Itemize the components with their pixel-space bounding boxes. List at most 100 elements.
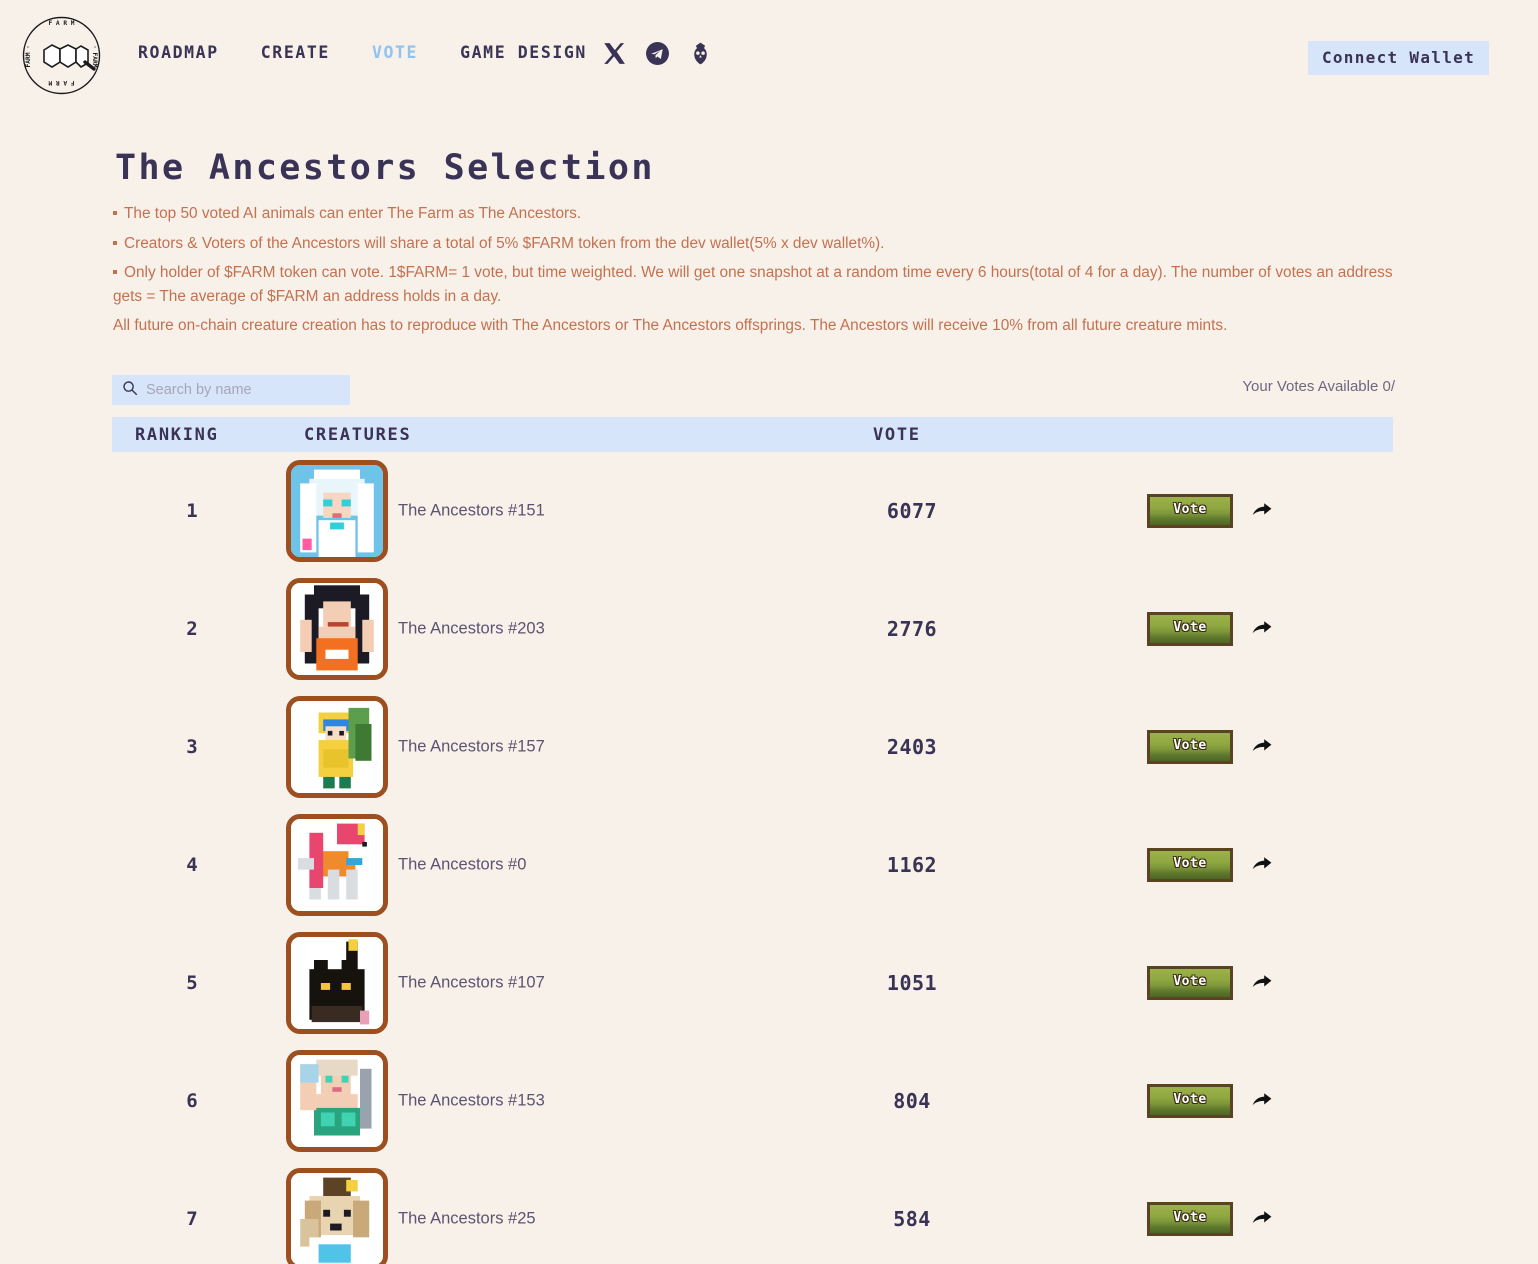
- table-row-4[interactable]: 4 The Ancestors #0 1162 Vote: [112, 806, 1393, 924]
- nav-link-vote[interactable]: VOTE: [372, 43, 418, 62]
- row-actions: Vote: [1147, 966, 1275, 1000]
- creature-name: The Ancestors #151: [398, 501, 545, 520]
- pink-mane-unicorn-dog: [291, 819, 383, 911]
- connect-wallet-button[interactable]: Connect Wallet: [1307, 41, 1489, 75]
- farm-roller-logo[interactable]: F A R M F A R M · FARM · · FARM ·: [19, 13, 104, 98]
- search-input[interactable]: [146, 382, 336, 398]
- nav-link-create[interactable]: CREATE: [261, 43, 330, 62]
- social-links: [602, 41, 713, 66]
- creature-thumbnail-7[interactable]: [286, 1168, 388, 1264]
- share-icon[interactable]: [1249, 852, 1275, 878]
- bullet-icon: [113, 270, 117, 275]
- nav-link-roadmap[interactable]: ROADMAP: [138, 43, 219, 62]
- table-row-2[interactable]: 2 The Ancestors #203 2776 Vote: [112, 570, 1393, 688]
- vote-button-label: Vote: [1173, 856, 1207, 871]
- creature-name: The Ancestors #107: [398, 973, 545, 992]
- site-header: F A R M F A R M · FARM · · FARM · ROADMA…: [0, 0, 1538, 112]
- creature-thumbnail-4[interactable]: [286, 814, 388, 916]
- votes-available-label: Your Votes Available 0/: [1242, 378, 1395, 395]
- golden-dog: [291, 1173, 383, 1264]
- row-rank-4: 4: [186, 854, 198, 876]
- share-icon[interactable]: [1249, 616, 1275, 642]
- share-icon[interactable]: [1249, 1088, 1275, 1114]
- creature-name: The Ancestors #203: [398, 619, 545, 638]
- row-actions: Vote: [1147, 848, 1275, 882]
- vote-button-label: Vote: [1173, 620, 1207, 635]
- bullet-icon: [113, 240, 117, 245]
- creature-thumbnail-2[interactable]: [286, 578, 388, 680]
- row-actions: Vote: [1147, 730, 1275, 764]
- vote-button[interactable]: Vote: [1147, 494, 1233, 528]
- intro-text-block: The top 50 voted AI animals can enter Th…: [113, 202, 1403, 344]
- white-haired-anime-girl: [291, 465, 383, 557]
- creature-thumbnail-6[interactable]: [286, 1050, 388, 1152]
- table-header-row: RANKING CREATURES VOTE: [112, 417, 1393, 452]
- svg-text:F A R M: F A R M: [48, 20, 74, 27]
- vote-button-label: Vote: [1173, 1092, 1207, 1107]
- vote-count: 584: [893, 1207, 931, 1231]
- black-haired-girl-orange-swimsuit: [291, 583, 383, 675]
- share-icon[interactable]: [1249, 970, 1275, 996]
- intro-line-4: All future on-chain creature creation ha…: [113, 317, 1228, 335]
- intro-line-1: The top 50 voted AI animals can enter Th…: [113, 202, 1403, 226]
- main-nav: ROADMAP CREATE VOTE GAME DESIGN: [138, 43, 629, 62]
- share-icon[interactable]: [1249, 498, 1275, 524]
- vote-count: 1162: [886, 853, 938, 877]
- vote-count: 804: [893, 1089, 931, 1113]
- row-actions: Vote: [1147, 1202, 1275, 1236]
- table-row-5[interactable]: 5 The Ancestors #107 1051 Vote: [112, 924, 1393, 1042]
- row-actions: Vote: [1147, 1084, 1275, 1118]
- vote-button-label: Vote: [1173, 1210, 1207, 1225]
- vote-button[interactable]: Vote: [1147, 730, 1233, 764]
- row-actions: Vote: [1147, 494, 1275, 528]
- vote-button[interactable]: Vote: [1147, 848, 1233, 882]
- creature-name: The Ancestors #153: [398, 1091, 545, 1110]
- svg-text:· FARM ·: · FARM ·: [25, 45, 32, 75]
- row-actions: Vote: [1147, 612, 1275, 646]
- row-rank-7: 7: [186, 1208, 198, 1230]
- intro-line-3: Only holder of $FARM token can vote. 1$F…: [113, 264, 1393, 305]
- table-row-1[interactable]: 1 The Ancestors #151 6077 Vote: [112, 452, 1393, 570]
- x-twitter-icon[interactable]: [602, 41, 627, 66]
- table-row-6[interactable]: 6 The Ancestors #153 804 Vote: [112, 1042, 1393, 1160]
- row-rank-5: 5: [186, 972, 198, 994]
- search-box[interactable]: [112, 375, 350, 405]
- creature-name: The Ancestors #157: [398, 737, 545, 756]
- intro-line-2: Creators & Voters of the Ancestors will …: [113, 232, 1403, 256]
- svg-text:F A R M: F A R M: [48, 79, 74, 86]
- table-row-7[interactable]: 7 The Ancestors #25 584 Vote: [112, 1160, 1393, 1264]
- vote-count: 2403: [886, 735, 938, 759]
- page-title: The Ancestors Selection: [115, 148, 655, 188]
- row-rank-3: 3: [186, 736, 198, 758]
- creature-name: The Ancestors #25: [398, 1209, 536, 1228]
- bullet-icon: [113, 210, 117, 215]
- vote-button[interactable]: Vote: [1147, 612, 1233, 646]
- vote-count: 6077: [886, 499, 938, 523]
- vote-button-label: Vote: [1173, 738, 1207, 753]
- column-header-ranking: RANKING: [135, 424, 219, 445]
- search-icon: [122, 380, 138, 401]
- vote-button-label: Vote: [1173, 502, 1207, 517]
- row-rank-2: 2: [186, 618, 198, 640]
- owl-icon[interactable]: [688, 41, 713, 66]
- green-top-anime-girl: [291, 1055, 383, 1147]
- creature-thumbnail-3[interactable]: [286, 696, 388, 798]
- nav-link-game-design[interactable]: GAME DESIGN: [460, 43, 587, 62]
- share-icon[interactable]: [1249, 1206, 1275, 1232]
- table-row-3[interactable]: 3 The Ancestors #157 2403 Vote: [112, 688, 1393, 806]
- creature-thumbnail-1[interactable]: [286, 460, 388, 562]
- vote-count: 1051: [886, 971, 938, 995]
- vote-button-label: Vote: [1173, 974, 1207, 989]
- leaderboard-table: RANKING CREATURES VOTE 1 The Ancestors #…: [112, 417, 1393, 1264]
- share-icon[interactable]: [1249, 734, 1275, 760]
- black-cat: [291, 937, 383, 1029]
- row-rank-6: 6: [186, 1090, 198, 1112]
- vote-button[interactable]: Vote: [1147, 1202, 1233, 1236]
- creature-thumbnail-5[interactable]: [286, 932, 388, 1034]
- vote-button[interactable]: Vote: [1147, 1084, 1233, 1118]
- vote-count: 2776: [886, 617, 938, 641]
- column-header-creatures: CREATURES: [304, 424, 412, 445]
- vote-button[interactable]: Vote: [1147, 966, 1233, 1000]
- telegram-icon[interactable]: [645, 41, 670, 66]
- creature-name: The Ancestors #0: [398, 855, 527, 874]
